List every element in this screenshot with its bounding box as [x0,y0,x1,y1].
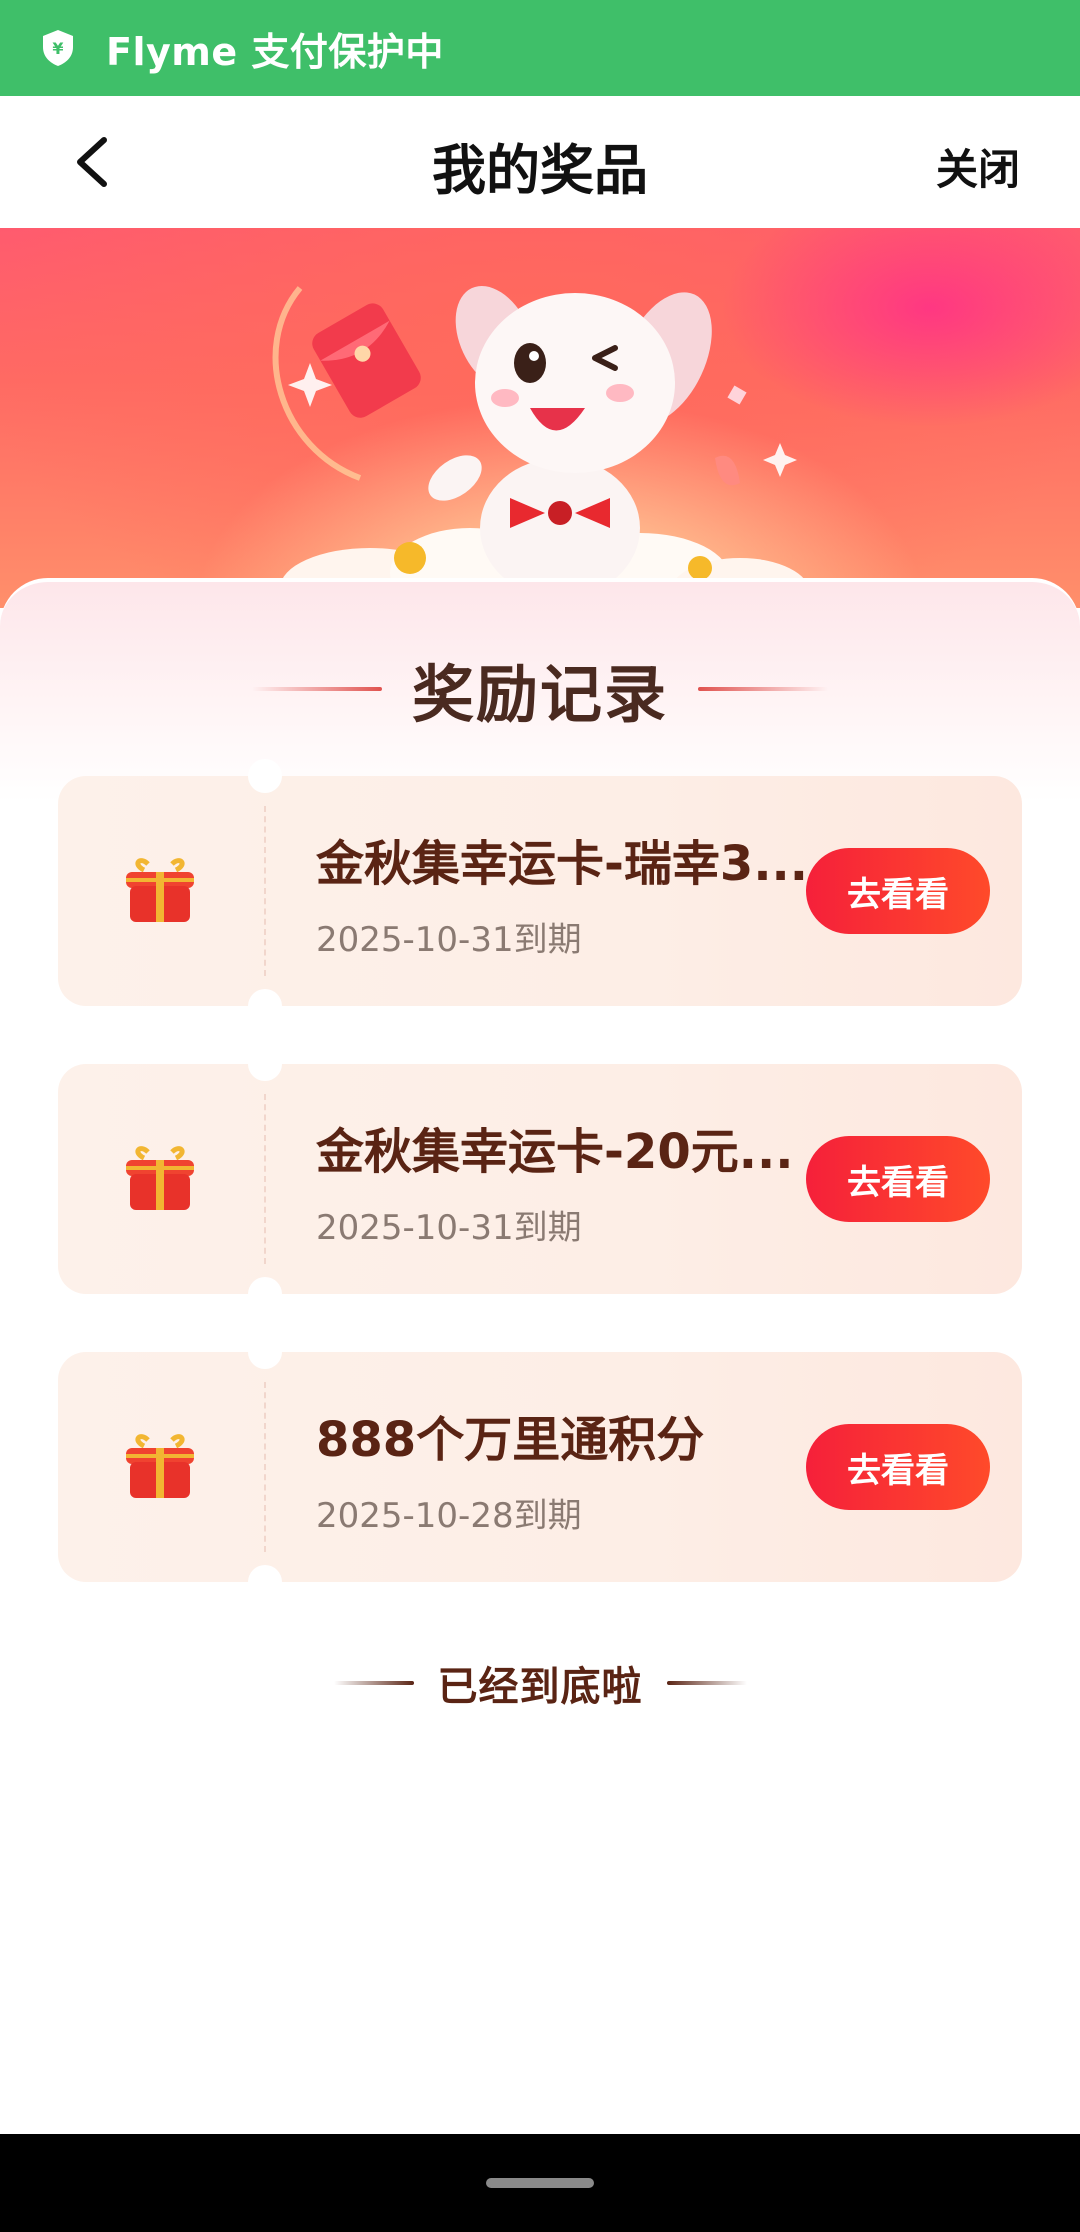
payment-protection-bar: ¥ Flyme 支付保护中 [0,0,1080,96]
reward-expire-date: 2025-10-31到期 [316,920,582,960]
payment-protection-text: Flyme 支付保护中 [106,29,444,74]
reward-expire-date: 2025-10-31到期 [316,1208,582,1248]
page-title: 我的奖品 [432,139,648,202]
gift-box-icon [126,1146,194,1210]
mascot-illustration [272,286,810,608]
section-title: 奖励记录 [411,658,668,731]
reward-name: 888个万里通积分 [316,1412,705,1468]
reward-card: 888个万里通积分 2025-10-28到期 去看看 [58,1335,1022,1599]
title-bar: 我的奖品 关闭 [0,96,1080,228]
section-header: 奖励记录 [0,644,1080,734]
home-gesture-handle[interactable] [486,2178,594,2188]
ticket-notch [248,1335,282,1369]
divider-line [333,1681,414,1685]
end-of-list-text: 已经到底啦 [437,1664,643,1710]
svg-text:¥: ¥ [52,39,63,58]
view-reward-button[interactable]: 去看看 [806,1424,990,1510]
reward-card: 金秋集幸运卡-20元... 2025-10-31到期 去看看 [58,1047,1022,1311]
end-of-list-note: 已经到底啦 [0,1654,1080,1712]
gift-box-icon [126,1434,194,1498]
hero-banner [0,228,1080,608]
ticket-notch [248,1047,282,1081]
ticket-divider [264,806,266,976]
gift-box-icon [126,858,194,922]
ticket-divider [264,1382,266,1552]
ticket-divider [264,1094,266,1264]
ticket-notch [248,759,282,793]
ticket-notch [248,1277,282,1311]
shield-icon: ¥ [43,30,73,66]
reward-card: 金秋集幸运卡-瑞幸3... 2025-10-31到期 去看看 [58,759,1022,1023]
divider-line [666,1681,747,1685]
reward-expire-date: 2025-10-28到期 [316,1496,582,1536]
rewards-panel: 奖励记录 金秋集幸运卡-瑞幸3... 2025-10-31到期 去看看 金秋集幸… [0,578,1080,2134]
view-reward-button[interactable]: 去看看 [806,848,990,934]
ticket-notch [248,989,282,1023]
divider-line [698,687,828,691]
reward-name: 金秋集幸运卡-瑞幸3... [316,836,809,892]
ticket-notch [248,1565,282,1599]
close-button[interactable]: 关闭 [936,136,1020,197]
divider-line [251,687,382,691]
reward-name: 金秋集幸运卡-20元... [316,1124,794,1180]
system-nav-bar [0,2134,1080,2232]
view-reward-button[interactable]: 去看看 [806,1136,990,1222]
